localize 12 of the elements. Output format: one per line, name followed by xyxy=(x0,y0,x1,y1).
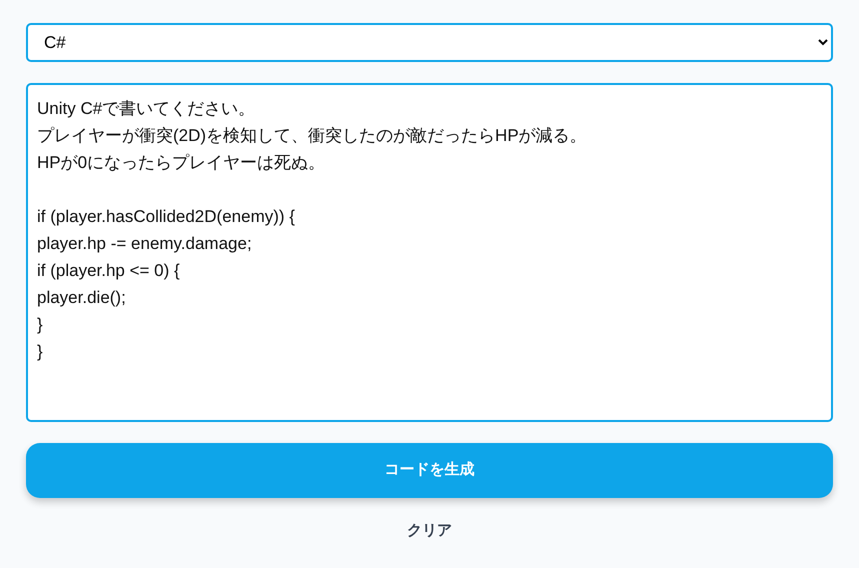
language-select[interactable]: C# xyxy=(26,23,833,62)
prompt-code-line: } xyxy=(37,314,43,336)
prompt-code-line: } xyxy=(37,341,43,363)
prompt-code-line: if (player.hp <= 0) { xyxy=(37,260,180,282)
prompt-text-line: Unity C#で書いてください。 xyxy=(37,98,256,120)
clear-button[interactable]: クリア xyxy=(399,520,460,542)
prompt-code-line: player.hp -= enemy.damage; xyxy=(37,233,252,255)
prompt-code-line: player.die(); xyxy=(37,287,126,309)
prompt-text-line: HPが0になったらプレイヤーは死ぬ。 xyxy=(37,152,326,174)
prompt-code-line: if (player.hasCollided2D(enemy)) { xyxy=(37,206,295,228)
prompt-text-line: プレイヤーが衝突(2D)を検知して、衝突したのが敵だったらHPが減る。 xyxy=(37,125,587,147)
prompt-textarea[interactable]: Unity C#で書いてください。 プレイヤーが衝突(2D)を検知して、衝突したのが敵だったらHPが減る。 HPが0になったらプレイヤーは死ぬ。 if (player.hasCollided2D(enemy)) { player.hp -= enemy.damage; if (player.hp <= 0) { player.die(); } } xyxy=(26,83,833,422)
